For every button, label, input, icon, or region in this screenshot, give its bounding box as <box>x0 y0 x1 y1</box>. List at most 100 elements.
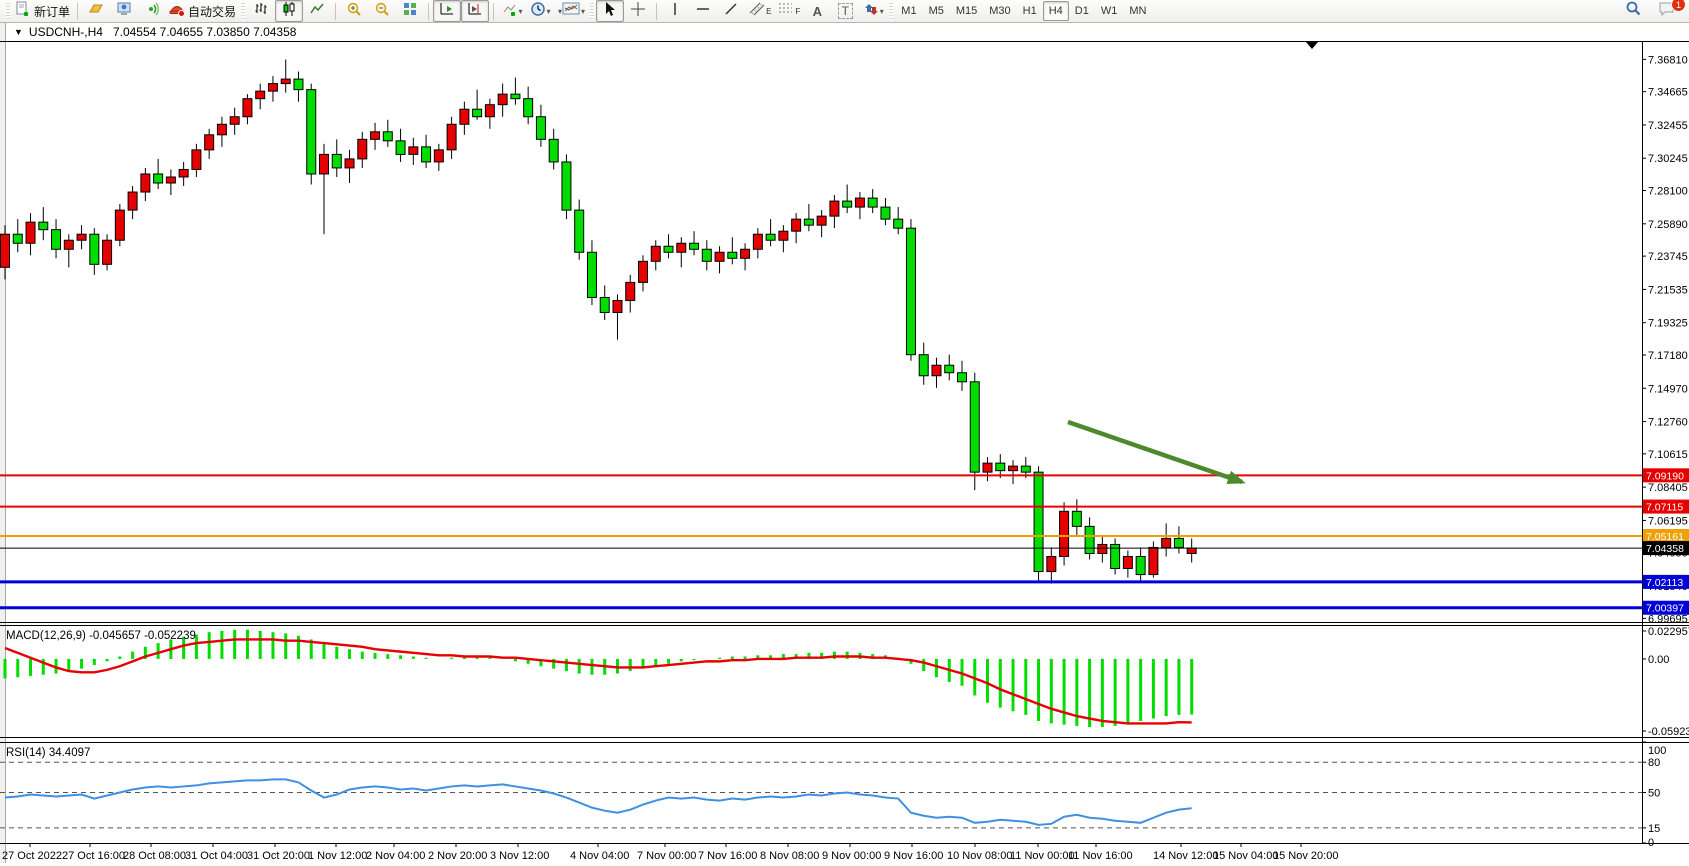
candle-body <box>1149 547 1158 574</box>
search-button[interactable] <box>1619 0 1647 22</box>
axis-label: 28 Oct 08:00 <box>123 850 186 862</box>
separator <box>335 3 336 20</box>
timeframe-button-M30[interactable]: M30 <box>983 1 1016 21</box>
chart-shift-button[interactable] <box>461 0 489 22</box>
candlestick-chart-icon <box>281 1 297 22</box>
candle-body <box>256 91 265 99</box>
candle-body <box>626 282 635 300</box>
horizontal-line-objects[interactable] <box>0 475 1642 607</box>
tile-windows-icon <box>402 1 418 22</box>
chart-shift-marker[interactable] <box>1306 42 1318 49</box>
timeframe-toolbar: M1M5M15M30H1H4D1W1MN <box>895 1 1152 21</box>
candle-body <box>39 222 48 230</box>
candle-body <box>766 234 775 240</box>
crosshair-button[interactable] <box>624 0 652 22</box>
axis-label: 10 Nov 08:00 <box>947 850 1012 862</box>
candle-body <box>919 355 928 376</box>
fibo-letter: F <box>795 7 800 16</box>
candle-body <box>1009 466 1018 471</box>
templates-button[interactable]: ▾ ▾ <box>554 0 588 22</box>
text-icon: A <box>813 4 822 19</box>
profile-button[interactable] <box>82 0 110 22</box>
axis-label: 7 Nov 00:00 <box>637 850 696 862</box>
separator <box>656 3 657 20</box>
candle-body <box>371 132 380 140</box>
candle-body <box>983 463 992 472</box>
zoom-out-button[interactable] <box>368 0 396 22</box>
candle-body <box>460 109 469 124</box>
candle-body <box>1136 556 1145 574</box>
candlestick-chart-button[interactable] <box>275 0 303 22</box>
line-chart-button[interactable] <box>303 0 331 22</box>
text-button[interactable]: A <box>803 0 831 22</box>
add-indicator-button[interactable]: ▾ <box>498 0 526 22</box>
fibonacci-button[interactable]: F <box>774 0 803 22</box>
axis-label: 14 Nov 12:00 <box>1153 850 1218 862</box>
chevron-down-icon: ▾ <box>547 7 551 16</box>
trendline-button[interactable] <box>717 0 745 22</box>
candle-body <box>677 243 686 252</box>
candle-body <box>1174 538 1183 547</box>
arrows-button[interactable]: ▾ <box>859 0 887 22</box>
timeframe-button-MN[interactable]: MN <box>1123 1 1152 21</box>
candle-body <box>804 219 813 225</box>
candle-body <box>779 231 788 240</box>
candles <box>1 60 1197 584</box>
channel-icon <box>748 1 766 22</box>
timeframe-button-H4[interactable]: H4 <box>1043 1 1069 21</box>
axis-label: 7.12760 <box>1648 417 1688 429</box>
axis-label: 9 Nov 16:00 <box>884 850 943 862</box>
terminal-button[interactable] <box>110 0 138 22</box>
vertical-line-button[interactable] <box>661 0 689 22</box>
candle-body <box>90 234 99 264</box>
candle-body <box>473 109 482 117</box>
candle-body <box>575 210 584 252</box>
axis-label: 7.30245 <box>1648 153 1688 165</box>
horizontal-line-button[interactable] <box>689 0 717 22</box>
zoom-in-button[interactable] <box>340 0 368 22</box>
cursor-button[interactable] <box>596 0 624 22</box>
candle-body <box>651 246 660 261</box>
candle-body <box>868 198 877 207</box>
candle-body <box>932 365 941 376</box>
candle-body <box>511 94 520 99</box>
toolbar-grip <box>241 3 245 20</box>
timeframe-button-H1[interactable]: H1 <box>1017 1 1043 21</box>
axis-label: 0.022957 <box>1648 626 1689 638</box>
new-order-button[interactable]: 新订单 <box>12 0 73 22</box>
channel-letter: E <box>766 7 771 16</box>
axis-label: 0 <box>1648 837 1654 849</box>
candle-body <box>549 139 558 162</box>
candle-body <box>970 382 979 472</box>
axis-label: 15 <box>1648 823 1660 835</box>
timeframe-button-M15[interactable]: M15 <box>950 1 983 21</box>
bar-chart-icon <box>253 1 269 22</box>
chart-canvas[interactable]: 7.368107.346657.324557.302457.281007.258… <box>0 23 1689 866</box>
new-order-icon <box>15 1 31 22</box>
equidistant-channel-button[interactable]: E <box>745 0 774 22</box>
notifications-button[interactable]: 1 <box>1653 0 1681 22</box>
timeframe-button-M5[interactable]: M5 <box>923 1 950 21</box>
timeframe-button-W1[interactable]: W1 <box>1095 1 1124 21</box>
periods-button[interactable]: ▾ <box>526 0 554 22</box>
signals-button[interactable] <box>138 0 166 22</box>
autotrading-button[interactable]: 自动交易 <box>166 0 239 22</box>
timeframe-button-M1[interactable]: M1 <box>895 1 922 21</box>
candle-body <box>1021 466 1030 472</box>
timeframe-button-D1[interactable]: D1 <box>1069 1 1095 21</box>
candle-body <box>906 228 915 355</box>
axis-label: 31 Oct 20:00 <box>247 850 310 862</box>
chevron-down-icon: ▾ <box>581 7 585 16</box>
candle-body <box>945 365 954 373</box>
candle-body <box>166 177 175 183</box>
candle-body <box>524 99 533 117</box>
axis-label: 100 <box>1648 745 1666 757</box>
candle-body <box>881 207 890 219</box>
bar-chart-button[interactable] <box>247 0 275 22</box>
line-chart-icon <box>309 1 325 22</box>
auto-scroll-button[interactable] <box>433 0 461 22</box>
candle-body <box>702 249 711 261</box>
candle-body <box>358 139 367 159</box>
text-label-button[interactable]: T <box>831 0 859 22</box>
tile-windows-button[interactable] <box>396 0 424 22</box>
